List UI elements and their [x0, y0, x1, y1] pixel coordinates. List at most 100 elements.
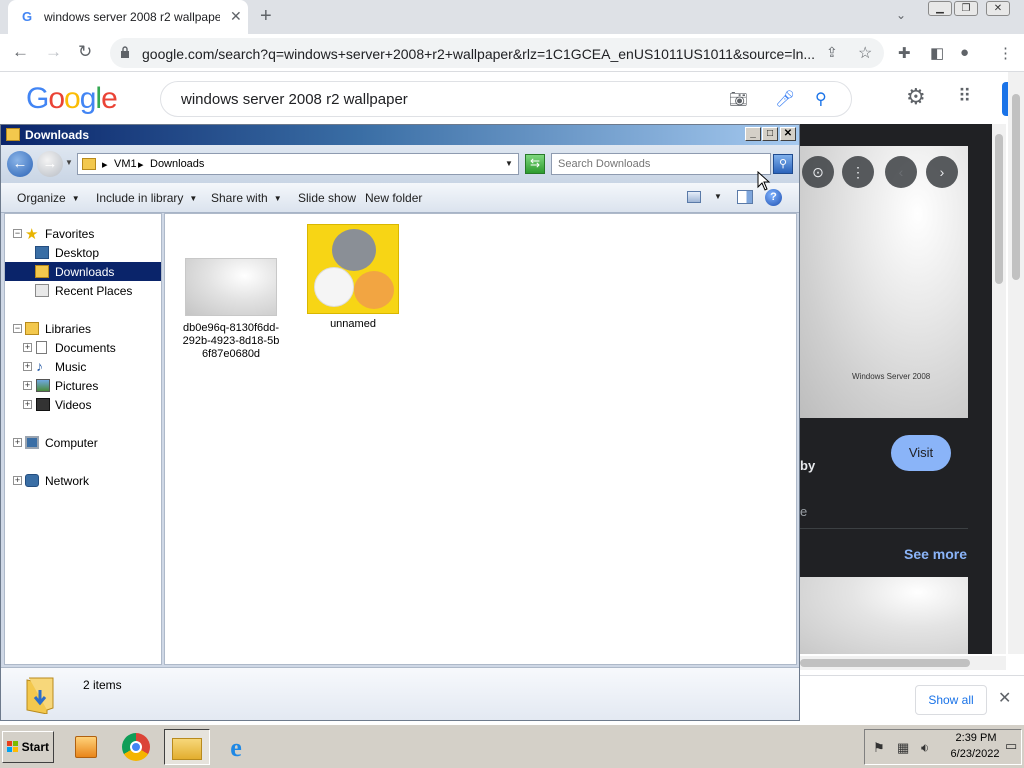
nav-item-music[interactable]: + ♪ Music [5, 357, 161, 376]
visit-button[interactable]: Visit [891, 435, 951, 471]
search-icon[interactable]: ⚲ [773, 154, 793, 174]
explorer-address-bar[interactable]: ▸ VM1 ▸ Downloads ▼ [77, 153, 519, 175]
change-view-icon[interactable] [687, 191, 701, 203]
page-vertical-scrollbar[interactable] [1008, 72, 1024, 654]
downloads-folder-icon [35, 265, 49, 278]
nav-item-documents[interactable]: + Documents [5, 338, 161, 357]
nav-item-downloads[interactable]: Downloads [5, 262, 161, 281]
media-player-icon [75, 736, 97, 758]
tab-search-chevron-icon[interactable]: ⌄ [896, 8, 906, 22]
address-dropdown-icon[interactable]: ▼ [505, 159, 513, 168]
expand-icon[interactable]: + [23, 400, 32, 409]
forward-arrow-icon[interactable]: → [45, 42, 62, 62]
share-icon[interactable]: ⇪ [826, 44, 838, 61]
breadcrumb-vm1[interactable]: VM1 [114, 158, 137, 170]
extensions-puzzle-icon[interactable]: ✚ [898, 44, 911, 62]
show-all-button[interactable]: Show all [915, 685, 987, 715]
more-options-icon[interactable]: ⋮ [842, 156, 874, 188]
panel-vertical-scrollbar[interactable] [992, 124, 1006, 654]
microphone-icon[interactable]: 🎤︎ [775, 89, 795, 109]
expand-icon[interactable]: + [23, 381, 32, 390]
restore-button[interactable]: ❐ [954, 1, 978, 16]
nav-item-recent-places[interactable]: Recent Places [5, 281, 161, 300]
panel-horizontal-scrollbar[interactable] [798, 656, 1006, 670]
google-logo[interactable]: Google [26, 82, 118, 116]
downloads-folder-icon [26, 677, 54, 714]
search-icon[interactable]: ⚲ [815, 89, 827, 109]
explorer-maximize-button[interactable]: □ [762, 127, 778, 141]
explorer-search-box[interactable] [551, 153, 771, 175]
next-chevron-icon[interactable]: › [926, 156, 958, 188]
preview-pane-icon[interactable] [737, 190, 753, 204]
side-panel-icon[interactable]: ◧ [930, 44, 944, 62]
volume-icon[interactable]: 🔉︎ [921, 740, 929, 756]
search-downloads-input[interactable] [552, 154, 770, 174]
network-tray-icon[interactable]: ▦ [897, 740, 909, 756]
breadcrumb-downloads[interactable]: Downloads [150, 158, 204, 170]
collapse-icon[interactable]: − [13, 324, 22, 333]
nav-item-network[interactable]: + Network [5, 471, 161, 490]
clock-time[interactable]: 2:39 PM [951, 732, 1001, 744]
include-in-library-button[interactable]: Include in library ▼ [96, 191, 197, 205]
expand-icon[interactable]: + [23, 343, 32, 352]
nav-item-favorites[interactable]: − ★ Favorites [5, 224, 161, 243]
camera-lens-icon[interactable]: 📷︎ [729, 90, 748, 108]
back-arrow-icon[interactable]: ← [7, 151, 33, 177]
file-item[interactable]: unnamed [303, 224, 403, 331]
expand-icon[interactable]: + [23, 362, 32, 371]
explorer-minimize-button[interactable]: _ [745, 127, 761, 141]
nav-item-desktop[interactable]: Desktop [5, 243, 161, 262]
clock-date[interactable]: 6/23/2022 [943, 748, 1007, 760]
show-desktop-icon[interactable]: ▭ [1005, 738, 1017, 754]
start-button[interactable]: Start [2, 731, 54, 763]
apps-grid-icon[interactable]: ⠿ [958, 86, 971, 107]
refresh-icon[interactable]: ⇆ [525, 154, 545, 174]
action-center-flag-icon[interactable]: ⚑ [873, 740, 885, 756]
see-more-link[interactable]: See more [904, 546, 967, 562]
close-window-button[interactable]: ✕ [986, 1, 1010, 16]
google-search-box[interactable]: windows server 2008 r2 wallpaper 📷︎ 🎤︎ ⚲ [160, 81, 852, 117]
menu-kebab-icon[interactable]: ⋮ [998, 44, 1013, 62]
back-arrow-icon[interactable]: ← [12, 42, 29, 62]
explorer-titlebar[interactable]: Downloads _ □ ✕ [1, 125, 799, 145]
windows-server-logo: Windows Server 2008 [852, 372, 931, 381]
lens-search-icon[interactable]: ⊙ [802, 156, 834, 188]
help-icon[interactable]: ? [765, 189, 782, 206]
slide-show-button[interactable]: Slide show [298, 191, 356, 205]
browser-tab[interactable]: G windows server 2008 r2 wallpaper ✕ [8, 0, 248, 34]
explorer-close-button[interactable]: ✕ [780, 127, 796, 141]
downloads-bar-close-icon[interactable]: ✕ [998, 688, 1011, 708]
nav-item-videos[interactable]: + Videos [5, 395, 161, 414]
profile-avatar-icon[interactable]: ● [960, 44, 969, 61]
explorer-taskbar-button[interactable] [164, 729, 210, 765]
minimize-button[interactable]: ▁ [928, 1, 952, 16]
collapse-icon[interactable]: − [13, 229, 22, 238]
browser-toolbar: ← → ↻ google.com/search?q=windows+server… [0, 34, 1024, 72]
expand-icon[interactable]: + [13, 476, 22, 485]
prev-chevron-icon[interactable]: ‹ [885, 156, 917, 188]
view-dropdown-icon[interactable]: ▼ [714, 192, 722, 201]
breadcrumb-separator-icon[interactable]: ▸ [138, 158, 144, 171]
explorer-title: Downloads [25, 128, 90, 142]
internet-explorer-taskbar-button[interactable]: e [214, 729, 260, 765]
forward-arrow-icon[interactable]: → [37, 151, 63, 177]
expand-icon[interactable]: + [13, 438, 22, 447]
chrome-taskbar-button[interactable] [114, 729, 160, 765]
file-item[interactable]: db0e96q-8130f6dd-292b-4923-8d18-5b6f87e0… [181, 258, 281, 361]
tab-close-icon[interactable]: ✕ [230, 8, 242, 25]
new-tab-button[interactable]: + [260, 5, 272, 28]
nav-item-pictures[interactable]: + Pictures [5, 376, 161, 395]
related-image[interactable] [800, 577, 968, 654]
nav-item-libraries[interactable]: − Libraries [5, 319, 161, 338]
nav-item-computer[interactable]: + Computer [5, 433, 161, 452]
settings-gear-icon[interactable]: ⚙ [906, 84, 926, 110]
breadcrumb-separator-icon[interactable]: ▸ [102, 158, 108, 171]
share-with-button[interactable]: Share with ▼ [211, 191, 282, 205]
recent-pages-chevron-icon[interactable]: ▼ [65, 158, 73, 167]
address-bar[interactable]: google.com/search?q=windows+server+2008+… [110, 38, 884, 68]
media-player-taskbar-button[interactable] [64, 729, 110, 765]
new-folder-button[interactable]: New folder [365, 191, 422, 205]
bookmark-star-icon[interactable]: ☆ [858, 43, 872, 63]
organize-button[interactable]: Organize ▼ [17, 191, 80, 205]
reload-icon[interactable]: ↻ [78, 42, 92, 62]
